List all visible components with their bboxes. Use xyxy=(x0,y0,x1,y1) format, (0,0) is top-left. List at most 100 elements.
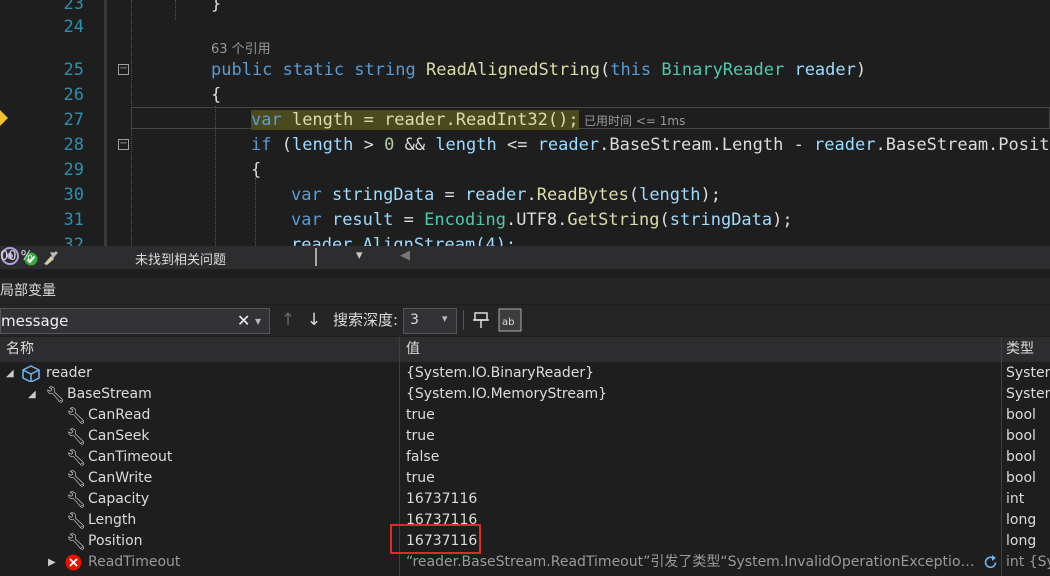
variable-value[interactable]: 16737116 xyxy=(406,531,996,552)
variable-type: System xyxy=(1006,386,1050,402)
variable-name: CanWrite xyxy=(88,470,153,486)
collapse-arrow-icon[interactable]: ◢ xyxy=(6,363,14,384)
table-row[interactable]: ◢ 🔧︎ BaseStream {System.IO.MemoryStream}… xyxy=(0,384,1050,405)
table-row[interactable]: 🔧︎ CanTimeout false bool xyxy=(0,447,1050,468)
indent-guide xyxy=(255,178,256,246)
change-margin xyxy=(104,0,107,246)
table-row[interactable]: 🔧︎ Length 16737116 long xyxy=(0,510,1050,531)
variable-name: Position xyxy=(88,533,143,549)
variable-type: System xyxy=(1006,365,1050,381)
variable-name: ReadTimeout xyxy=(88,554,181,570)
panel-title: 局部变量 xyxy=(0,283,56,299)
pin-icon[interactable] xyxy=(471,310,491,330)
table-row[interactable]: 🔧︎ Capacity 16737116 int xyxy=(0,489,1050,510)
search-depth-label: 搜索深度: xyxy=(333,311,399,329)
code-line-23: } xyxy=(211,0,222,14)
table-row[interactable]: 🔧︎ CanWrite true bool xyxy=(0,468,1050,489)
zoom-level[interactable]: 00 % xyxy=(0,249,33,264)
search-depth-select[interactable]: 3 ▾ xyxy=(403,308,457,334)
variable-value[interactable]: “reader.BaseStream.ReadTimeout”引发了类型“Sys… xyxy=(406,552,978,573)
svg-text:ab: ab xyxy=(502,317,514,328)
line-number: 28 xyxy=(63,135,84,155)
variable-name: CanTimeout xyxy=(88,449,173,465)
cleanup-dropdown-chevron-icon[interactable]: ▾ xyxy=(356,248,363,263)
perf-tip[interactable]: 已用时间 <= 1ms xyxy=(584,112,685,129)
code-line-28: if (length > 0 && length <= reader.BaseS… xyxy=(251,135,1050,155)
indent-guide xyxy=(175,0,176,20)
hex-display-icon[interactable]: ab xyxy=(498,308,522,332)
code-line-30: var stringData = reader.ReadBytes(length… xyxy=(291,185,721,205)
variable-type: int {Sys xyxy=(1006,554,1050,570)
wrench-property-icon: 🔧︎ xyxy=(66,490,87,509)
variable-value[interactable]: true xyxy=(406,426,996,447)
variable-value[interactable]: 16737116 xyxy=(406,489,996,510)
issues-status[interactable]: 未找到相关问题 xyxy=(135,249,226,268)
variable-value[interactable]: true xyxy=(406,468,996,489)
code-line-26: { xyxy=(211,85,222,105)
line-number: 30 xyxy=(63,185,84,205)
table-row[interactable]: ◢ reader {System.IO.BinaryReader} System xyxy=(0,363,1050,384)
column-header-value[interactable]: 值 xyxy=(400,337,1001,362)
variable-type: bool xyxy=(1006,470,1036,486)
current-statement: var length = reader.ReadInt32(); xyxy=(251,110,579,130)
code-line-31: var result = Encoding.UTF8.GetString(str… xyxy=(291,210,793,230)
variable-type: long xyxy=(1006,533,1037,549)
line-number: 32 xyxy=(63,235,84,246)
search-history-chevron-icon[interactable]: ▾ xyxy=(255,309,261,333)
expand-arrow-icon[interactable]: ▶ xyxy=(48,552,56,573)
clear-search-icon[interactable]: ✕ xyxy=(237,309,250,333)
variable-value[interactable]: {System.IO.MemoryStream} xyxy=(406,384,996,405)
collapse-arrow-icon[interactable]: ◢ xyxy=(28,384,36,405)
scroll-left-icon[interactable]: ◀ xyxy=(400,248,410,263)
variable-name: CanSeek xyxy=(88,428,150,444)
variable-name: Capacity xyxy=(88,491,150,507)
collapse-icon[interactable]: − xyxy=(118,64,129,75)
line-number: 29 xyxy=(63,160,84,180)
codelens-references-link[interactable]: 63 个引用 xyxy=(211,38,271,57)
code-editor[interactable]: 23 24 25 26 27 28 29 30 31 32 − − } 63 个… xyxy=(0,0,1050,246)
object-cube-icon xyxy=(22,365,40,382)
separator xyxy=(315,248,317,266)
wrench-property-icon: 🔧︎ xyxy=(66,427,87,446)
wrench-property-icon: 🔧︎ xyxy=(66,511,87,530)
line-number: 23 xyxy=(63,0,84,14)
variable-type: int xyxy=(1006,491,1025,507)
wrench-property-icon: 🔧︎ xyxy=(66,448,87,467)
code-line-27: var length = reader.ReadInt32(); xyxy=(251,110,579,130)
column-header-type[interactable]: 类型 xyxy=(1002,337,1050,362)
line-number: 27 xyxy=(63,110,84,130)
table-row[interactable]: 🔧︎ Position 16737116 long xyxy=(0,531,1050,552)
locals-grid: 名称 值 类型 ◢ reader {System.IO.BinaryReader… xyxy=(0,337,1050,576)
refresh-icon[interactable] xyxy=(982,554,999,571)
editor-status-bar: 00 % ▾ 未找到相关问题 ▾ ◀ xyxy=(0,246,1050,269)
variable-value[interactable]: false xyxy=(406,447,996,468)
column-header-name[interactable]: 名称 xyxy=(0,337,399,362)
zoom-dropdown-chevron-icon[interactable]: ▾ xyxy=(50,248,57,263)
collapse-icon[interactable]: − xyxy=(118,139,129,150)
locals-toolbar: message ✕ ▾ ↑ ↓ 搜索深度: 3 ▾ ab xyxy=(0,305,1050,336)
variable-name: reader xyxy=(46,365,92,381)
variable-type: bool xyxy=(1006,449,1036,465)
table-row[interactable]: 🔧︎ CanRead true bool xyxy=(0,405,1050,426)
wrench-property-icon: 🔧︎ xyxy=(45,385,66,404)
variable-value[interactable]: {System.IO.BinaryReader} xyxy=(406,363,996,384)
table-row[interactable]: 🔧︎ CanSeek true bool xyxy=(0,426,1050,447)
annotation-highlight-box xyxy=(390,524,481,554)
depth-dropdown-chevron-icon: ▾ xyxy=(442,312,448,325)
variable-type: bool xyxy=(1006,428,1036,444)
search-previous-arrow-icon[interactable]: ↑ xyxy=(278,309,298,331)
variable-type: bool xyxy=(1006,407,1036,423)
line-number: 25 xyxy=(63,60,84,80)
code-line-32: reader.AlignStream(4); xyxy=(291,235,517,246)
search-next-arrow-icon[interactable]: ↓ xyxy=(304,309,324,331)
error-icon xyxy=(65,554,82,571)
variable-value[interactable]: 16737116 xyxy=(406,510,996,531)
search-input[interactable]: message ✕ ▾ xyxy=(0,308,270,334)
variable-name: BaseStream xyxy=(67,386,152,402)
wrench-property-icon: 🔧︎ xyxy=(66,406,87,425)
code-line-25: public static string ReadAlignedString(t… xyxy=(211,60,867,80)
variable-value[interactable]: true xyxy=(406,405,996,426)
table-row[interactable]: ▶ ReadTimeout “reader.BaseStream.ReadTim… xyxy=(0,552,1050,573)
wrench-property-icon: 🔧︎ xyxy=(66,532,87,551)
variable-name: Length xyxy=(88,512,137,528)
